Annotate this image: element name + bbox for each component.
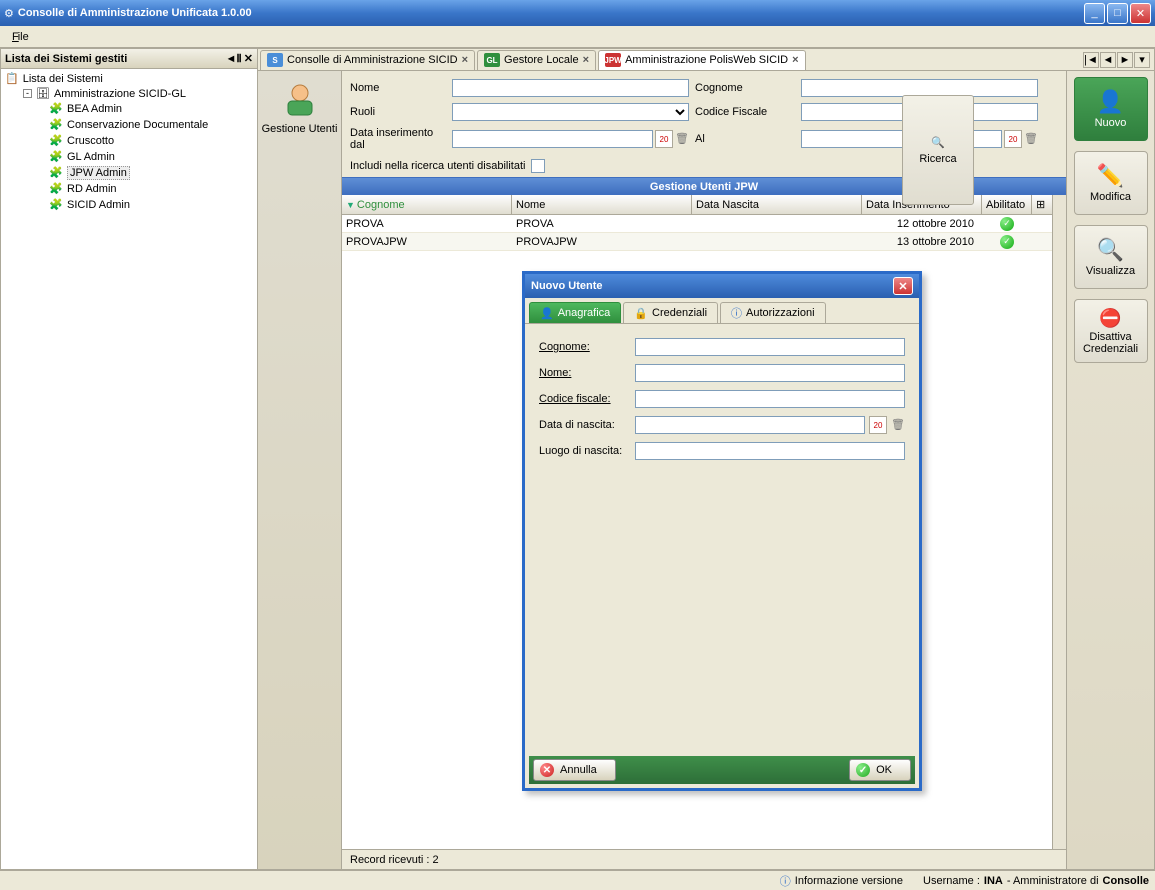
tree-item-1[interactable]: 🧩Conservazione Documentale (1, 117, 257, 133)
app-icon: ⚙ (4, 7, 14, 20)
minimize-button[interactable]: _ (1084, 3, 1105, 24)
puzzle-icon: 🧩 (49, 198, 63, 212)
menu-file[interactable]: File (6, 29, 35, 45)
tree-item-3[interactable]: 🧩GL Admin (1, 149, 257, 165)
info-icon: ⓘ (731, 305, 742, 321)
sidebar-collapse-icon[interactable]: ◄Ⅱ (225, 52, 241, 65)
dialog-title: Nuovo Utente (531, 280, 603, 292)
left-actions: Gestione Utenti (258, 71, 342, 869)
ok-icon: ✓ (856, 763, 870, 777)
dlg-data-input[interactable] (635, 416, 865, 434)
view-icon: 🔍 (1097, 237, 1124, 263)
dialog-footer: ✕ Annulla ✓ OK (529, 756, 915, 784)
tab-close-icon[interactable]: × (792, 54, 798, 66)
star-user-icon: 👤 (1097, 89, 1124, 115)
username-label: Username : (923, 875, 980, 887)
cancel-icon: ✕ (540, 763, 554, 777)
dialog-titlebar: Nuovo Utente ✕ (525, 274, 919, 298)
menubar: File (0, 26, 1155, 48)
puzzle-icon: 🧩 (49, 134, 63, 148)
nuovo-button[interactable]: 👤 Nuovo (1074, 77, 1148, 141)
dialog-close-button[interactable]: ✕ (893, 277, 913, 295)
tab-close-icon[interactable]: × (462, 54, 468, 66)
nuovo-utente-dialog: Nuovo Utente ✕ 👤 Anagrafica 🔒 Credenzial… (522, 271, 922, 791)
tabstrip: S Consolle di Amministrazione SICID × GL… (258, 49, 1154, 71)
folder-icon: 📋 (5, 72, 19, 85)
sidebar: Lista dei Sistemi gestiti ◄Ⅱ ✕ 📋 Lista d… (0, 48, 258, 870)
disable-icon: ⛔ (1099, 308, 1121, 329)
gestione-utenti-icon[interactable] (280, 79, 320, 119)
tabs-menu-button[interactable]: ▾ (1134, 52, 1150, 68)
window-titlebar: ⚙ Consolle di Amministrazione Unificata … (0, 0, 1155, 26)
server-icon: 🗄 (36, 87, 50, 100)
app-name: Consolle (1103, 875, 1149, 887)
maximize-button[interactable]: □ (1107, 3, 1128, 24)
tab-credenziali[interactable]: 🔒 Credenziali (623, 302, 718, 323)
info-icon[interactable]: ⓘ (780, 873, 791, 889)
window-title: Consolle di Amministrazione Unificata 1.… (14, 7, 1082, 19)
tabs-next-button[interactable]: ► (1117, 52, 1133, 68)
puzzle-icon: 🧩 (49, 118, 63, 132)
dialog-body: Cognome: Nome: Codice fiscale: Data di n… (525, 324, 919, 482)
right-panel: 👤 Nuovo ✏️ Modifica 🔍 Visualizza ⛔ Disat… (1066, 71, 1154, 869)
tree-item-4[interactable]: 🧩JPW Admin (1, 165, 257, 181)
expand-icon[interactable]: - (23, 89, 32, 98)
dlg-nome-input[interactable] (635, 364, 905, 382)
dlg-cognome-label: Cognome: (539, 341, 635, 353)
dlg-codice-label: Codice fiscale: (539, 393, 635, 405)
calendar-icon[interactable]: 20 (869, 416, 887, 434)
dlg-codice-input[interactable] (635, 390, 905, 408)
dlg-data-label: Data di nascita: (539, 419, 635, 431)
modifica-button[interactable]: ✏️ Modifica (1074, 151, 1148, 215)
dialog-tabs: 👤 Anagrafica 🔒 Credenziali ⓘ Autorizzazi… (525, 298, 919, 324)
info-versione[interactable]: Informazione versione (795, 875, 903, 887)
tab-icon: JPW (605, 53, 621, 67)
close-button[interactable]: ✕ (1130, 3, 1151, 24)
dlg-cognome-input[interactable] (635, 338, 905, 356)
gestione-utenti-label: Gestione Utenti (258, 123, 341, 135)
user-icon: 👤 (540, 307, 554, 320)
puzzle-icon: 🧩 (49, 102, 63, 116)
edit-icon: ✏️ (1097, 163, 1124, 189)
puzzle-icon: 🧩 (49, 182, 63, 196)
tabs-first-button[interactable]: |◄ (1083, 52, 1099, 68)
tab-autorizzazioni[interactable]: ⓘ Autorizzazioni (720, 302, 825, 323)
tab-close-icon[interactable]: × (583, 54, 589, 66)
sidebar-title: Lista dei Sistemi gestiti (5, 53, 127, 65)
ok-button[interactable]: ✓ OK (849, 759, 911, 781)
tab-anagrafica[interactable]: 👤 Anagrafica (529, 302, 621, 323)
visualizza-button[interactable]: 🔍 Visualizza (1074, 225, 1148, 289)
tabs-prev-button[interactable]: ◄ (1100, 52, 1116, 68)
annulla-button[interactable]: ✕ Annulla (533, 759, 616, 781)
tab-icon: GL (484, 53, 500, 67)
disattiva-button[interactable]: ⛔ Disattiva Credenziali (1074, 299, 1148, 363)
tree-group[interactable]: - 🗄 Amministrazione SICID-GL (1, 86, 257, 101)
tree-root[interactable]: 📋 Lista dei Sistemi (1, 71, 257, 86)
tree-item-6[interactable]: 🧩SICID Admin (1, 197, 257, 213)
tab-gestore-locale[interactable]: GL Gestore Locale × (477, 50, 596, 70)
trash-icon[interactable]: 🗑 (891, 418, 905, 432)
sidebar-close-icon[interactable]: ✕ (244, 52, 253, 65)
puzzle-icon: 🧩 (49, 166, 63, 180)
tree-item-0[interactable]: 🧩BEA Admin (1, 101, 257, 117)
menu-file-label: ile (18, 31, 29, 43)
tab-sicid[interactable]: S Consolle di Amministrazione SICID × (260, 50, 475, 70)
center: Nome Cognome Ruoli Codice Fiscale Data i… (342, 71, 1066, 869)
dlg-luogo-input[interactable] (635, 442, 905, 460)
tab-polisweb[interactable]: JPW Amministrazione PolisWeb SICID × (598, 50, 805, 70)
main: S Consolle di Amministrazione SICID × GL… (258, 48, 1155, 870)
puzzle-icon: 🧩 (49, 150, 63, 164)
sidebar-tree: 📋 Lista dei Sistemi - 🗄 Amministrazione … (1, 69, 257, 869)
sidebar-header: Lista dei Sistemi gestiti ◄Ⅱ ✕ (1, 49, 257, 69)
dlg-nome-label: Nome: (539, 367, 635, 379)
lock-icon: 🔒 (634, 307, 648, 320)
username-value: INA (984, 875, 1003, 887)
tree-item-2[interactable]: 🧩Cruscotto (1, 133, 257, 149)
tab-icon: S (267, 53, 283, 67)
role-label: - Amministratore di (1007, 875, 1099, 887)
dialog-overlay: Nuovo Utente ✕ 👤 Anagrafica 🔒 Credenzial… (342, 71, 1066, 869)
tree-item-5[interactable]: 🧩RD Admin (1, 181, 257, 197)
footer: ⓘ Informazione versione Username : INA -… (0, 870, 1155, 890)
dlg-luogo-label: Luogo di nascita: (539, 445, 635, 457)
